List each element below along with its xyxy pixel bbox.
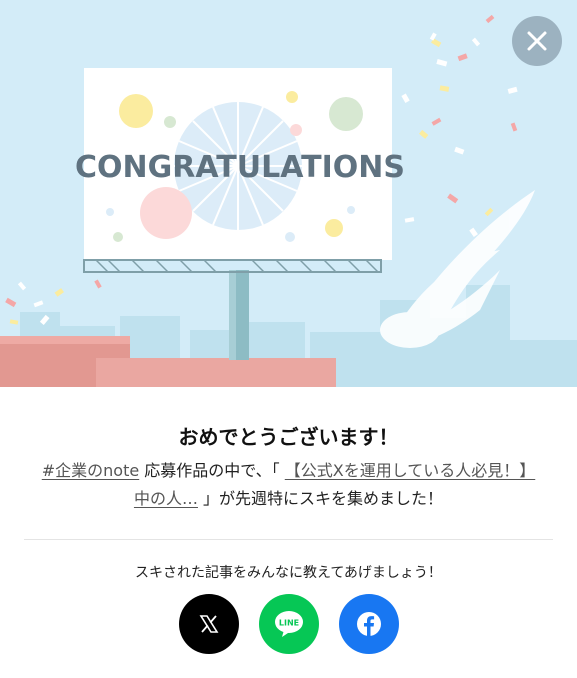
share-facebook-button[interactable] <box>338 594 399 654</box>
share-line-button[interactable]: LINE <box>258 594 319 654</box>
share-prompt: スキされた記事をみんなに教えてあげましょう！ <box>135 565 442 581</box>
congratulations-banner: CONGRATULATIONS <box>0 0 577 387</box>
billboard-text: CONGRATULATIONS <box>75 150 405 185</box>
share-x-button[interactable] <box>178 594 239 654</box>
line-logo-label: LINE <box>278 619 298 628</box>
hashtag-link[interactable]: #企業のnote <box>42 461 139 480</box>
close-icon <box>527 31 547 51</box>
facebook-logo-icon <box>356 612 381 636</box>
dialog-content: おめでとうございます！ #企業のnote 応募作品の中で、「 【公式Xを運用して… <box>0 387 577 678</box>
line-logo-icon: LINE <box>274 611 303 637</box>
message-text-1: 応募作品の中で、「 <box>139 461 285 480</box>
dialog-message: #企業のnote 応募作品の中で、「 【公式Xを運用している人必見！】中の人… … <box>40 457 537 513</box>
dialog-title: おめでとうございます！ <box>178 425 399 449</box>
divider <box>24 539 553 540</box>
congratulations-illustration: CONGRATULATIONS <box>0 0 577 387</box>
message-text-2: 」が先週特にスキを集めました！ <box>197 489 444 508</box>
close-button[interactable] <box>512 16 562 66</box>
share-buttons: LINE <box>0 594 577 654</box>
x-logo-icon <box>199 615 218 633</box>
